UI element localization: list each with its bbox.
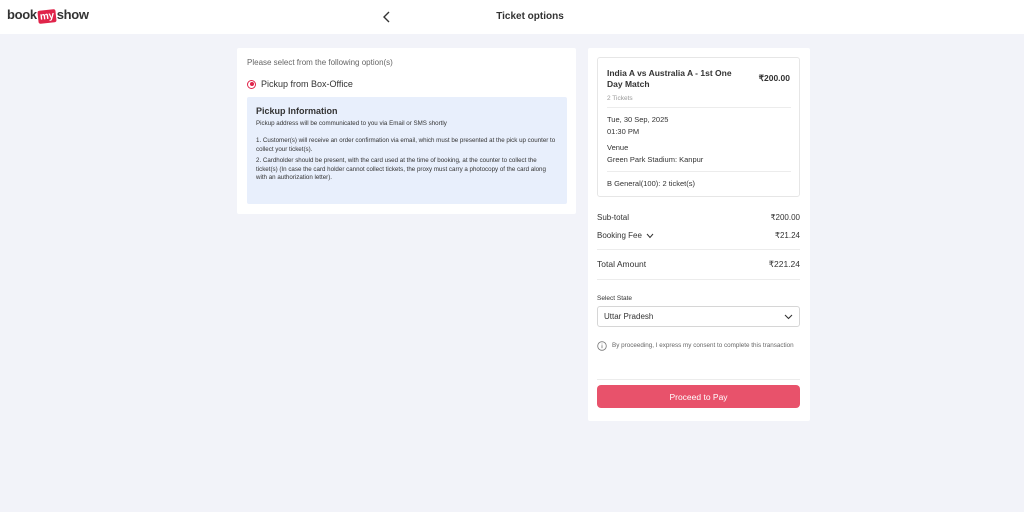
venue-name: Green Park Stadium: Kanpur	[607, 155, 704, 164]
page-title: Ticket options	[496, 11, 564, 22]
event-time: 01:30 PM	[607, 127, 640, 136]
booking-fee-value: ₹21.24	[774, 231, 800, 240]
state-select[interactable]: Uttar Pradesh	[597, 306, 800, 327]
event-date: Tue, 30 Sep, 2025	[607, 115, 669, 124]
total-row: Total Amount ₹221.24	[597, 259, 800, 270]
divider	[597, 279, 800, 280]
options-prompt: Please select from the following option(…	[247, 58, 393, 67]
divider	[607, 171, 791, 172]
chevron-down-icon	[646, 233, 654, 238]
subtotal-label: Sub-total	[597, 213, 630, 222]
venue-label: Venue	[607, 143, 629, 152]
pickup-info-point: 2. Cardholder should be present, with th…	[256, 157, 546, 181]
ticket-count: 2 Tickets	[607, 95, 633, 102]
booking-fee-row: Booking Fee ₹21.24	[597, 231, 800, 240]
booking-fee-toggle[interactable]: Booking Fee	[597, 231, 654, 240]
info-icon	[597, 341, 607, 351]
consent-text: By proceeding, I express my consent to c…	[612, 342, 794, 349]
booking-fee-label: Booking Fee	[597, 231, 642, 240]
subtotal-value: ₹200.00	[770, 213, 800, 222]
top-bar: book my show Ticket options	[0, 0, 1024, 34]
event-price: ₹200.00	[758, 73, 790, 83]
seat-info: B General(100): 2 ticket(s)	[607, 179, 695, 188]
total-label: Total Amount	[597, 259, 647, 269]
divider	[597, 249, 800, 250]
option-pickup-box-office[interactable]: Pickup from Box-Office	[247, 79, 353, 89]
event-title: India A vs Australia A - 1st One Day Mat…	[607, 68, 732, 89]
total-value: ₹221.24	[768, 259, 800, 269]
event-details-box: India A vs Australia A - 1st One Day Mat…	[597, 57, 800, 197]
divider	[597, 379, 800, 380]
state-value: Uttar Pradesh	[604, 312, 654, 321]
order-summary-card: India A vs Australia A - 1st One Day Mat…	[588, 48, 810, 421]
radio-selected-icon[interactable]	[247, 79, 256, 89]
subtotal-row: Sub-total ₹200.00	[597, 213, 800, 222]
pickup-info-point: 1. Customer(s) will receive an order con…	[256, 137, 556, 153]
pickup-info-subtitle: Pickup address will be communicated to y…	[256, 120, 447, 127]
pickup-info-title: Pickup Information	[256, 106, 338, 116]
ticket-options-card: Please select from the following option(…	[237, 48, 576, 214]
chevron-down-icon	[784, 314, 793, 319]
pickup-info-box: Pickup Information Pickup address will b…	[247, 97, 567, 204]
option-label: Pickup from Box-Office	[261, 79, 353, 89]
proceed-to-pay-button[interactable]: Proceed to Pay	[597, 385, 800, 408]
divider	[607, 107, 791, 108]
consent-note: By proceeding, I express my consent to c…	[597, 341, 800, 351]
state-label: Select State	[597, 295, 633, 302]
